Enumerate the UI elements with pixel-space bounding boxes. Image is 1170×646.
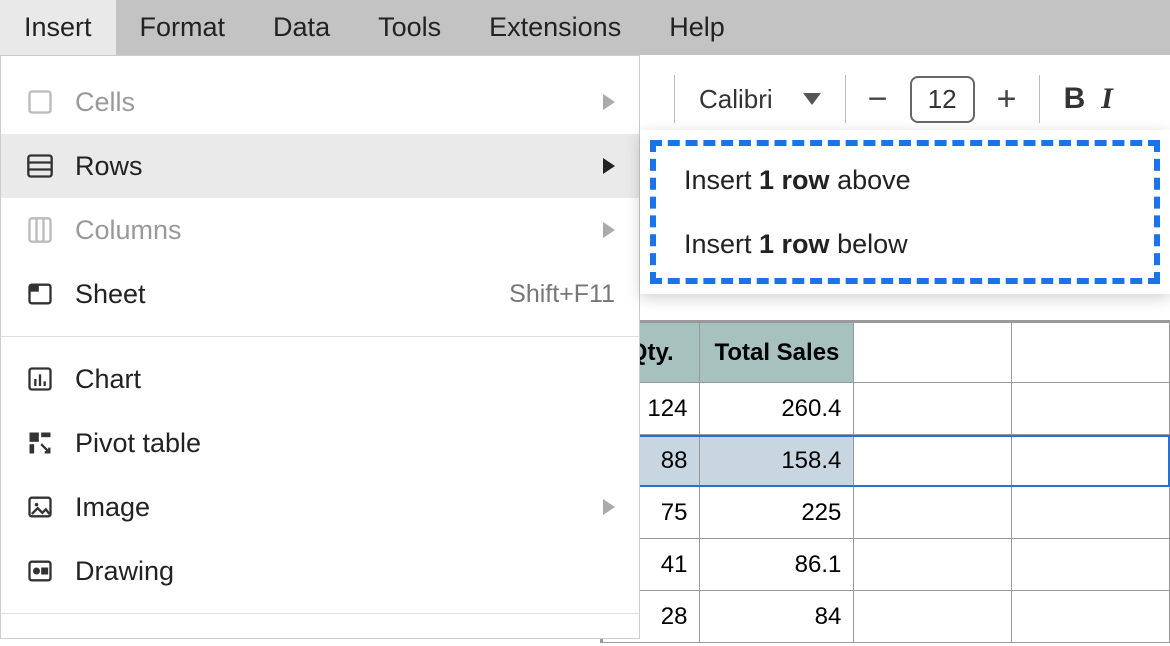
toolbar-divider [1039, 75, 1040, 123]
cell[interactable]: 158.4 [700, 435, 854, 487]
cell[interactable] [1012, 539, 1170, 591]
insert-row-below[interactable]: Insert 1 row below [658, 212, 1152, 276]
decrease-font-button[interactable]: − [860, 80, 896, 119]
cell[interactable]: 260.4 [700, 383, 854, 435]
toolbar-divider [845, 75, 846, 123]
menu-item-label: Pivot table [75, 428, 615, 459]
chart-icon [25, 364, 55, 394]
font-name-selector[interactable]: Calibri [689, 84, 831, 115]
menu-tools[interactable]: Tools [354, 0, 465, 55]
drawing-icon [25, 556, 55, 586]
pivot-icon [25, 428, 55, 458]
menu-item-shortcut: Shift+F11 [509, 280, 615, 309]
menu-separator [1, 336, 639, 337]
cell[interactable] [1012, 435, 1170, 487]
cell[interactable]: 84 [700, 591, 854, 643]
menu-item-image[interactable]: Image [1, 475, 639, 539]
menu-item-label: Drawing [75, 556, 615, 587]
chevron-down-icon [803, 93, 821, 105]
column-header-total[interactable]: Total Sales [700, 323, 854, 383]
table-row-selected[interactable]: 88 158.4 [603, 435, 1170, 487]
font-name-label: Calibri [699, 84, 773, 115]
increase-font-button[interactable]: + [989, 80, 1025, 119]
column-header-blank[interactable] [854, 323, 1012, 383]
submenu-highlight: Insert 1 row above Insert 1 row below [650, 140, 1160, 284]
table-row[interactable]: 124 260.4 [603, 383, 1170, 435]
table-row[interactable]: 41 86.1 [603, 539, 1170, 591]
toolbar-divider [674, 75, 675, 123]
cell[interactable]: 225 [700, 487, 854, 539]
menu-item-cells[interactable]: Cells [1, 70, 639, 134]
cells-icon [25, 87, 55, 117]
spreadsheet-grid[interactable]: Qty. Total Sales 124 260.4 88 158.4 75 2… [600, 320, 1170, 643]
cell[interactable] [854, 435, 1012, 487]
chevron-right-icon [603, 222, 615, 238]
cell[interactable] [1012, 383, 1170, 435]
menu-item-label: Columns [75, 215, 591, 246]
menu-item-label: Chart [75, 364, 615, 395]
chevron-right-icon [603, 499, 615, 515]
cell[interactable]: 86.1 [700, 539, 854, 591]
rows-icon [25, 151, 55, 181]
menu-insert[interactable]: Insert [0, 0, 116, 55]
submenu-label: Insert 1 row above [684, 165, 911, 196]
menu-separator [1, 613, 639, 614]
table-row[interactable]: 28 84 [603, 591, 1170, 643]
insert-dropdown: Cells Rows Columns Sheet Shift+F11 Chart… [0, 55, 640, 639]
chevron-right-icon [603, 94, 615, 110]
columns-icon [25, 215, 55, 245]
menu-item-rows[interactable]: Rows [1, 134, 639, 198]
menubar: Insert Format Data Tools Extensions Help [0, 0, 1170, 55]
sheet-icon [25, 279, 55, 309]
menu-item-pivot[interactable]: Pivot table [1, 411, 639, 475]
table-row[interactable]: 75 225 [603, 487, 1170, 539]
menu-format[interactable]: Format [116, 0, 250, 55]
menu-item-label: Image [75, 492, 591, 523]
chevron-right-icon [603, 158, 615, 174]
menu-item-sheet[interactable]: Sheet Shift+F11 [1, 262, 639, 326]
menu-item-label: Rows [75, 151, 591, 182]
font-size-input[interactable]: 12 [910, 76, 975, 123]
rows-submenu: Insert 1 row above Insert 1 row below [640, 130, 1170, 294]
menu-help[interactable]: Help [645, 0, 749, 55]
bold-button[interactable]: B [1054, 82, 1096, 116]
menu-item-label: Sheet [75, 279, 509, 310]
font-size-group: − 12 + [860, 76, 1025, 123]
menu-item-columns[interactable]: Columns [1, 198, 639, 262]
image-icon [25, 492, 55, 522]
cell[interactable] [1012, 591, 1170, 643]
cell[interactable] [854, 539, 1012, 591]
submenu-label: Insert 1 row below [684, 229, 908, 260]
cell[interactable] [854, 383, 1012, 435]
column-header-blank[interactable] [1012, 323, 1170, 383]
cell[interactable] [1012, 487, 1170, 539]
menu-extensions[interactable]: Extensions [465, 0, 645, 55]
menu-item-chart[interactable]: Chart [1, 347, 639, 411]
menu-item-drawing[interactable]: Drawing [1, 539, 639, 603]
cell[interactable] [854, 487, 1012, 539]
cell[interactable] [854, 591, 1012, 643]
menu-item-label: Cells [75, 87, 591, 118]
italic-button[interactable]: I [1095, 82, 1119, 116]
insert-row-above[interactable]: Insert 1 row above [658, 148, 1152, 212]
menu-data[interactable]: Data [249, 0, 354, 55]
